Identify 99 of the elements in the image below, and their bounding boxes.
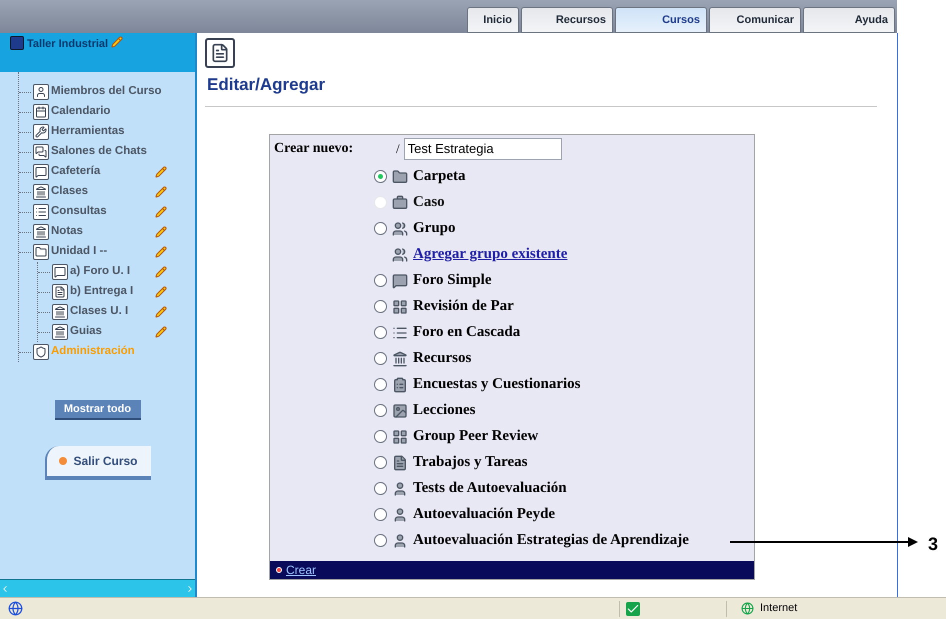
option-label[interactable]: Autoevaluación Peyde <box>413 503 556 526</box>
option-icon <box>392 376 408 392</box>
radio-button[interactable] <box>374 534 387 547</box>
name-field[interactable]: Test Estrategia <box>404 138 562 160</box>
item-icon <box>33 224 49 240</box>
option-icon <box>392 532 408 548</box>
item-icon <box>33 204 49 220</box>
radio-button[interactable] <box>374 300 387 313</box>
radio-button[interactable] <box>374 274 387 287</box>
option-label[interactable]: Autoevaluación Estrategias de Aprendizaje <box>413 529 689 552</box>
item-icon <box>52 284 68 300</box>
sidebar-item[interactable]: Salones de Chats <box>51 143 147 161</box>
item-icon <box>52 264 68 280</box>
radio-button[interactable] <box>374 326 387 339</box>
sidebar-item[interactable]: Notas <box>51 223 83 241</box>
sidebar-item[interactable]: Herramientas <box>51 123 125 141</box>
option-label[interactable]: Trabajos y Tareas <box>413 451 528 474</box>
course-icon <box>10 36 24 50</box>
create-label: Crear nuevo: <box>274 140 354 158</box>
option-label[interactable]: Revisión de Par <box>413 295 514 318</box>
option-label[interactable]: Foro en Cascada <box>413 321 520 344</box>
pencil-icon[interactable] <box>155 326 167 338</box>
pencil-icon[interactable] <box>155 266 167 278</box>
pencil-icon[interactable] <box>111 36 124 48</box>
option-icon <box>392 506 408 522</box>
option-label[interactable]: Group Peer Review <box>413 425 538 448</box>
pencil-icon[interactable] <box>155 286 167 298</box>
zone-label: Internet <box>760 601 798 616</box>
existing-group-link[interactable]: Agregar grupo existente <box>413 243 568 266</box>
option-icon <box>392 168 408 184</box>
sidebar-item[interactable]: b) Entrega I <box>70 283 134 301</box>
scrollbar[interactable] <box>0 579 195 597</box>
pencil-icon[interactable] <box>155 206 167 218</box>
sidebar-item[interactable]: Consultas <box>51 203 107 221</box>
pencil-icon[interactable] <box>155 246 167 258</box>
nav-tab[interactable]: Inicio <box>467 7 519 33</box>
pencil-icon[interactable] <box>155 306 167 318</box>
option-icon <box>392 402 408 418</box>
item-icon <box>33 84 49 100</box>
nav-tab[interactable]: Comunicar <box>709 7 801 33</box>
option-icon <box>392 480 408 496</box>
item-icon <box>52 324 68 340</box>
item-icon <box>33 244 49 260</box>
option-label[interactable]: Grupo <box>413 217 456 240</box>
option-icon <box>392 324 408 340</box>
option-icon <box>392 428 408 444</box>
option-label[interactable]: Recursos <box>413 347 472 370</box>
radio-button[interactable] <box>374 482 387 495</box>
radio-button[interactable] <box>374 222 387 235</box>
item-icon <box>33 184 49 200</box>
annotation-number: 3 <box>928 533 938 556</box>
option-icon <box>392 350 408 366</box>
option-label[interactable]: Foro Simple <box>413 269 492 292</box>
option-icon <box>392 220 408 236</box>
course-title: Taller Industrial <box>27 37 108 52</box>
option-label[interactable]: Encuestas y Cuestionarios <box>413 373 581 396</box>
nav-tab[interactable]: Ayuda <box>803 7 895 33</box>
sidebar-item[interactable]: Unidad I -- <box>51 243 108 261</box>
item-icon <box>52 304 68 320</box>
path-prefix: / <box>396 140 400 158</box>
page-title: Editar/Agregar <box>207 74 326 96</box>
option-label[interactable]: Lecciones <box>413 399 476 422</box>
pencil-icon[interactable] <box>155 186 167 198</box>
radio-button[interactable] <box>374 430 387 443</box>
show-all-button[interactable]: Mostrar todo <box>54 400 140 420</box>
check-icon <box>626 602 640 616</box>
item-icon <box>33 144 49 160</box>
sidebar-item[interactable]: Miembros del Curso <box>51 83 162 101</box>
radio-button[interactable] <box>374 378 387 391</box>
item-icon <box>33 124 49 140</box>
sidebar-item[interactable]: a) Foro U. I <box>70 263 130 281</box>
sidebar-item[interactable]: Guias <box>70 323 102 341</box>
option-label[interactable]: Carpeta <box>413 165 466 188</box>
globe-icon <box>741 602 754 615</box>
sidebar-item[interactable]: Cafetería <box>51 163 100 181</box>
option-icon <box>392 194 408 210</box>
item-icon <box>33 164 49 180</box>
radio-button[interactable] <box>374 352 387 365</box>
exit-course-button[interactable]: Salir Curso <box>44 446 150 480</box>
nav-tab[interactable]: Recursos <box>521 7 613 33</box>
option-icon <box>392 246 408 262</box>
pencil-icon[interactable] <box>155 166 167 178</box>
option-icon <box>392 298 408 314</box>
sidebar-item[interactable]: Clases <box>51 183 88 201</box>
radio-button[interactable] <box>374 456 387 469</box>
radio-button[interactable] <box>374 170 387 183</box>
sidebar-item[interactable]: Calendario <box>51 103 110 121</box>
nav-tab[interactable]: Cursos <box>615 7 707 33</box>
radio-button[interactable] <box>374 404 387 417</box>
item-icon <box>33 104 49 120</box>
page-icon <box>205 38 235 68</box>
radio-button[interactable] <box>374 508 387 521</box>
option-icon <box>392 454 408 470</box>
option-label[interactable]: Tests de Autoevaluación <box>413 477 567 500</box>
create-link[interactable]: Crear <box>276 560 316 578</box>
item-icon <box>33 344 49 360</box>
option-icon <box>392 272 408 288</box>
sidebar-item[interactable]: Clases U. I <box>70 303 128 321</box>
pencil-icon[interactable] <box>155 226 167 238</box>
